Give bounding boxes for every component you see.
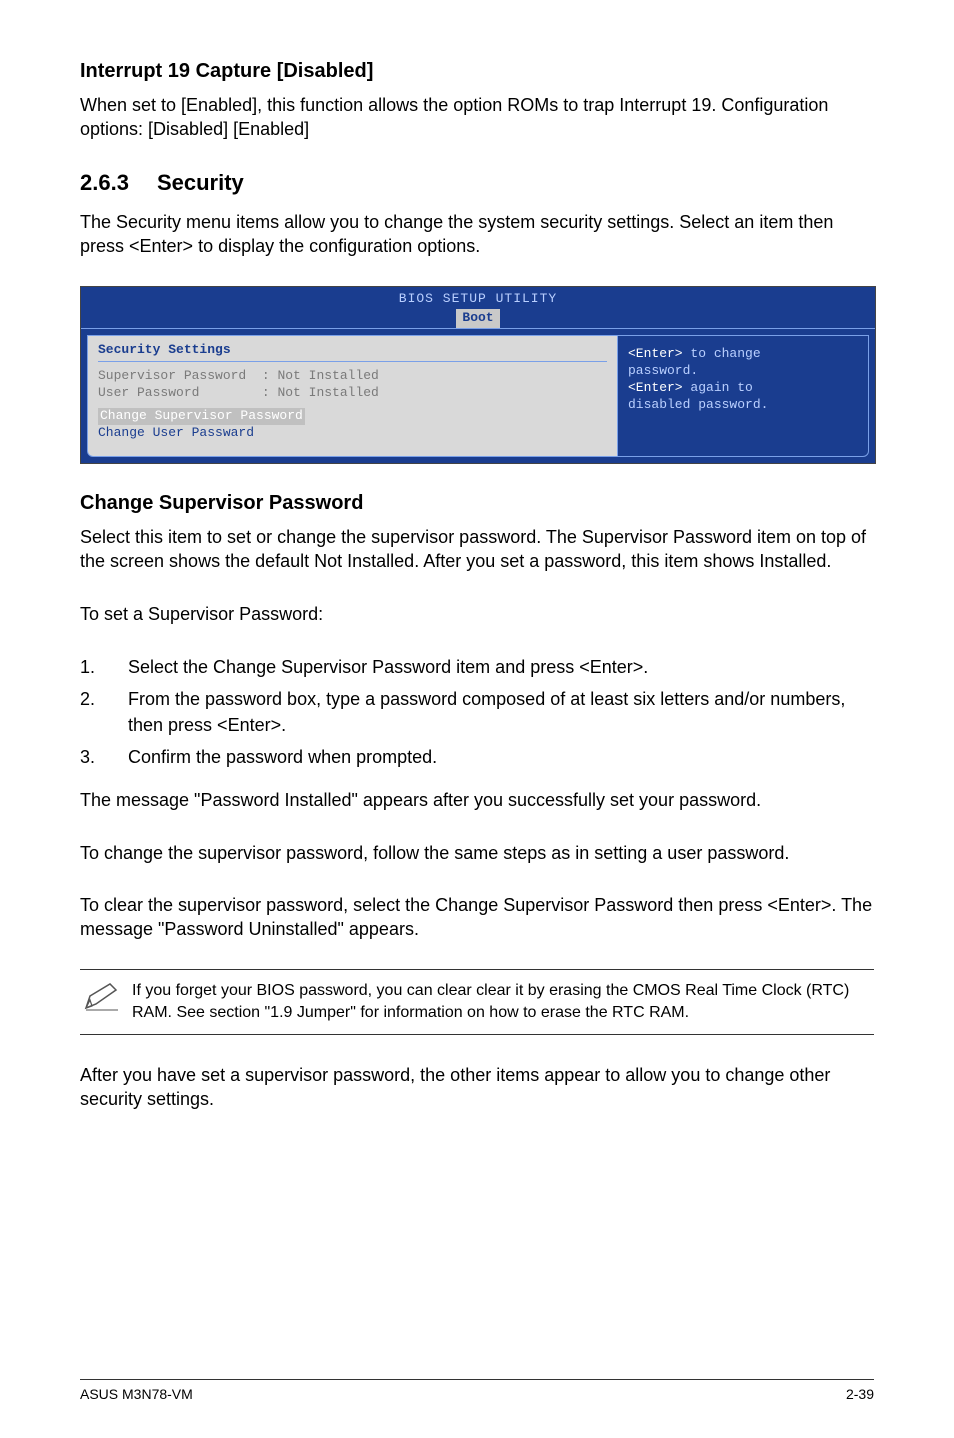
- bios-row2-value: : Not Installed: [262, 385, 379, 400]
- bios-help-text1: to change: [683, 346, 761, 361]
- bios-row-user: User Password : Not Installed: [98, 385, 607, 402]
- page-footer: ASUS M3N78-VM 2-39: [80, 1379, 874, 1402]
- bios-help-text2: password.: [628, 363, 698, 378]
- footer-left: ASUS M3N78-VM: [80, 1386, 193, 1402]
- steps-list: 1. Select the Change Supervisor Password…: [80, 654, 874, 770]
- bios-right-panel: <Enter> to change password. <Enter> agai…: [618, 335, 869, 457]
- bios-title-row: BIOS SETUP UTILITY Boot: [81, 287, 875, 328]
- bios-row-change-supervisor: Change Supervisor Password: [98, 408, 607, 425]
- bios-selected-item: Change Supervisor Password: [98, 408, 305, 425]
- bios-row-change-user: Change User Passward: [98, 425, 607, 442]
- list-item: 3. Confirm the password when prompted.: [80, 744, 874, 770]
- bios-left-heading: Security Settings: [98, 342, 607, 361]
- change-supervisor-p5: To clear the supervisor password, select…: [80, 893, 874, 942]
- security-intro: The Security menu items allow you to cha…: [80, 210, 874, 259]
- bios-screenshot: BIOS SETUP UTILITY Boot Security Setting…: [80, 286, 876, 464]
- list-item: 2. From the password box, type a passwor…: [80, 686, 874, 738]
- bios-help-enter2: <Enter>: [628, 380, 683, 395]
- change-supervisor-p2: To set a Supervisor Password:: [80, 602, 874, 626]
- interrupt-body: When set to [Enabled], this function all…: [80, 93, 874, 142]
- bios-row2-label: User Password: [98, 385, 199, 400]
- bios-divider: [98, 361, 607, 362]
- pencil-icon: [84, 980, 132, 1017]
- bios-help-text4: disabled password.: [628, 397, 768, 412]
- change-supervisor-p1: Select this item to set or change the su…: [80, 525, 874, 574]
- bios-help-text3: again to: [683, 380, 753, 395]
- bios-row-supervisor: Supervisor Password : Not Installed: [98, 368, 607, 385]
- interrupt-heading: Interrupt 19 Capture [Disabled]: [80, 60, 874, 83]
- section-number: 2.6.3: [80, 170, 129, 195]
- bios-row1-value: : Not Installed: [262, 368, 379, 383]
- list-item: 1. Select the Change Supervisor Password…: [80, 654, 874, 680]
- bios-help-enter1: <Enter>: [628, 346, 683, 361]
- page-container: Interrupt 19 Capture [Disabled] When set…: [0, 0, 954, 1438]
- list-number-1: 1.: [80, 654, 128, 680]
- bios-left-panel: Security Settings Supervisor Password : …: [87, 335, 618, 457]
- bios-body: Security Settings Supervisor Password : …: [81, 328, 875, 457]
- bios-tab-boot: Boot: [456, 309, 499, 328]
- list-number-3: 3.: [80, 744, 128, 770]
- note-block: If you forget your BIOS password, you ca…: [80, 969, 874, 1034]
- list-text-1: Select the Change Supervisor Password it…: [128, 654, 874, 680]
- bios-bottom-strip: [81, 457, 875, 463]
- change-supervisor-p4: To change the supervisor password, follo…: [80, 841, 874, 865]
- footer-right: 2-39: [846, 1386, 874, 1402]
- change-supervisor-p3: The message "Password Installed" appears…: [80, 788, 874, 812]
- section-title: Security: [157, 170, 244, 195]
- list-number-2: 2.: [80, 686, 128, 738]
- bios-title: BIOS SETUP UTILITY: [399, 291, 557, 306]
- security-section-heading: 2.6.3 Security: [80, 170, 874, 196]
- note-text: If you forget your BIOS password, you ca…: [132, 980, 870, 1023]
- list-text-2: From the password box, type a password c…: [128, 686, 874, 738]
- change-supervisor-heading: Change Supervisor Password: [80, 492, 874, 515]
- list-text-3: Confirm the password when prompted.: [128, 744, 874, 770]
- bios-row1-label: Supervisor Password: [98, 368, 246, 383]
- change-supervisor-p6: After you have set a supervisor password…: [80, 1063, 874, 1112]
